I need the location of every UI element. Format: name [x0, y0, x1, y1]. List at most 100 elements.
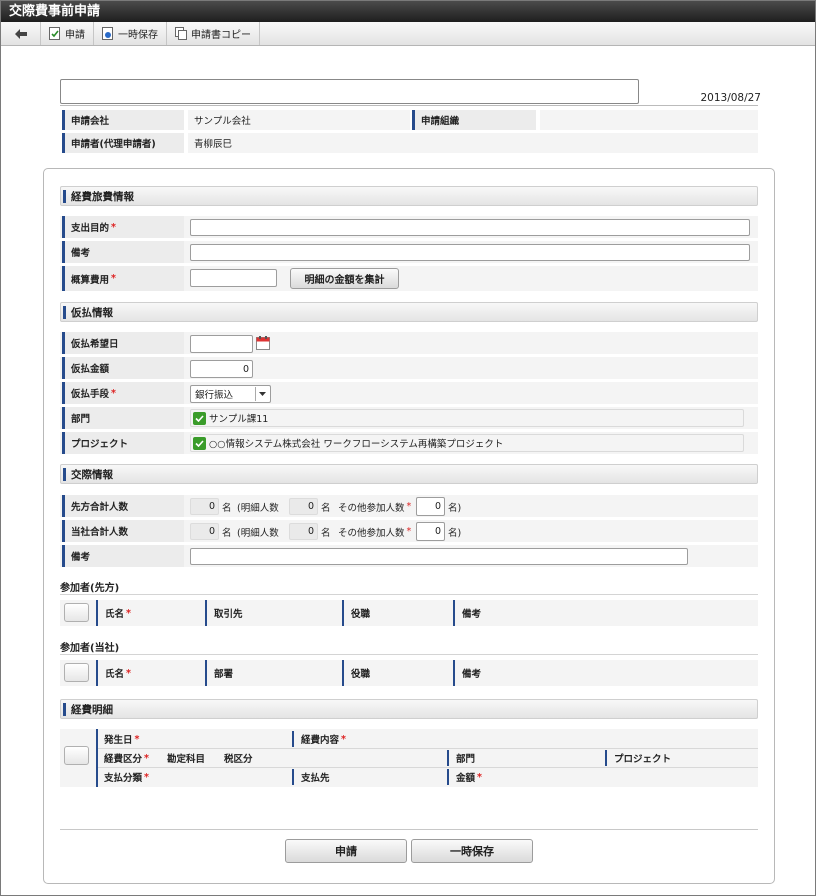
header-divider — [60, 105, 758, 106]
own-total-value: 0 — [190, 523, 219, 540]
advance-method-select[interactable]: 銀行振込 — [190, 385, 271, 403]
participants-own-col-note: 備考 — [453, 660, 553, 686]
partner-detail-prefix: (明細人数 — [237, 502, 279, 514]
own-detail-value: 0 — [289, 523, 318, 540]
participants-own-select-all[interactable] — [64, 663, 89, 682]
save-button[interactable]: 一時保存 — [411, 839, 533, 863]
expense-details-select-all[interactable] — [64, 746, 89, 765]
participants-partner-col-name: 氏名 * — [96, 600, 204, 626]
col-amount: 金額 * — [447, 769, 482, 785]
project-value: ○○情報システム株式会社 ワークフローシステム再構築プロジェクト — [209, 439, 504, 450]
copy-toolbar-button[interactable]: 申請書コピー — [167, 22, 260, 45]
participants-partner-col-note: 備考 — [453, 600, 553, 626]
applicant-value: 青柳辰巳 — [188, 133, 758, 153]
details-row-divider-2 — [98, 767, 758, 768]
org-label: 申請組織 — [412, 110, 536, 130]
participants-partner-divider — [60, 594, 758, 595]
partner-unit-1: 名 — [222, 502, 232, 514]
dept-value: サンプル課11 — [209, 414, 269, 425]
arrow-left-icon — [14, 28, 27, 39]
own-close: 名) — [448, 527, 462, 539]
own-total-label: 当社合計人数 — [62, 520, 184, 542]
calendar-icon[interactable] — [256, 336, 270, 350]
partner-unit-2: 名 — [321, 502, 331, 514]
entertainment-note-input[interactable] — [190, 548, 688, 565]
col-occur-date: 発生日 * — [104, 733, 140, 747]
expense-details-header-bar — [96, 729, 98, 787]
aggregate-button[interactable]: 明細の金額を集計 — [290, 268, 399, 289]
own-unit-2: 名 — [321, 527, 331, 539]
details-row-divider-1 — [98, 748, 758, 749]
partner-close: 名) — [448, 502, 462, 514]
participants-partner-title: 参加者(先方) — [60, 583, 120, 594]
toolbar: 申請 一時保存 申請書コピー — [1, 22, 815, 46]
advance-date-input[interactable] — [190, 335, 253, 353]
advance-amount-input[interactable]: 0 — [190, 360, 253, 378]
partner-other-input[interactable]: 0 — [416, 497, 445, 516]
expense-note-label: 備考 — [62, 241, 184, 263]
participants-own-title: 参加者(当社) — [60, 643, 120, 654]
expense-info-header: 経費旅費情報 — [60, 186, 758, 206]
col-account: 勘定科目 — [167, 754, 206, 765]
participants-own-divider — [60, 654, 758, 655]
back-button[interactable] — [1, 22, 41, 45]
col-payment-type: 支払分類 * — [104, 771, 149, 785]
own-other-label: その他参加人数 * — [338, 526, 412, 539]
col-project: プロジェクト — [605, 750, 671, 766]
project-field[interactable]: ○○情報システム株式会社 ワークフローシステム再構築プロジェクト — [190, 434, 744, 452]
save-toolbar-label: 一時保存 — [118, 30, 158, 41]
entertainment-info-header: 交際情報 — [60, 464, 758, 484]
col-payee: 支払先 — [292, 769, 330, 785]
purpose-input[interactable] — [190, 219, 750, 236]
check-icon — [193, 436, 206, 450]
dept-label: 部門 — [62, 407, 184, 429]
partner-total-value: 0 — [190, 498, 219, 515]
company-value: サンプル会社 — [188, 110, 410, 130]
subject-input[interactable] — [60, 79, 639, 104]
own-detail-prefix: (明細人数 — [237, 527, 279, 539]
participants-own-col-name: 氏名 * — [96, 660, 204, 686]
partner-detail-value: 0 — [289, 498, 318, 515]
participants-partner-col-client: 取引先 — [205, 600, 341, 626]
advance-method-label: 仮払手段 * — [62, 382, 184, 404]
col-tax: 税区分 — [224, 754, 253, 765]
org-value — [540, 110, 758, 130]
advance-date-label: 仮払希望日 — [62, 332, 184, 354]
copy-icon — [175, 27, 187, 40]
document-save-icon — [102, 27, 113, 40]
partner-other-label: その他参加人数 * — [338, 501, 412, 514]
entertainment-note-label: 備考 — [62, 545, 184, 567]
participants-own-col-position: 役職 — [342, 660, 452, 686]
chevron-down-icon — [255, 387, 269, 401]
project-label: プロジェクト — [62, 432, 184, 454]
applicant-label: 申請者(代理申請者) — [62, 133, 184, 153]
dept-field[interactable]: サンプル課11 — [190, 409, 744, 427]
check-icon — [193, 411, 206, 425]
own-other-input[interactable]: 0 — [416, 522, 445, 541]
estimate-label: 概算費用 * — [62, 266, 184, 291]
participants-own-col-dept: 部署 — [205, 660, 341, 686]
application-window: 交際費事前申請 申請 一時保存 申請書コピー 2013/08/27 申請会社 サ… — [0, 0, 816, 896]
participants-partner-select-all[interactable] — [64, 603, 89, 622]
copy-toolbar-label: 申請書コピー — [191, 30, 251, 41]
col-dept: 部門 — [447, 750, 475, 766]
expense-note-input[interactable] — [190, 244, 750, 261]
application-date: 2013/08/27 — [700, 92, 761, 104]
save-toolbar-button[interactable]: 一時保存 — [94, 22, 167, 45]
col-content: 経費内容 * — [292, 731, 346, 747]
partner-total-label: 先方合計人数 — [62, 495, 184, 517]
advance-info-header: 仮払情報 — [60, 302, 758, 322]
expense-details-header: 経費明細 — [60, 699, 758, 719]
company-label: 申請会社 — [62, 110, 184, 130]
col-category: 経費区分 * — [104, 752, 149, 766]
own-unit-1: 名 — [222, 527, 232, 539]
footer-divider — [60, 829, 758, 830]
document-apply-icon — [49, 27, 60, 40]
estimate-input[interactable] — [190, 269, 277, 287]
apply-toolbar-button[interactable]: 申請 — [41, 22, 94, 45]
participants-partner-col-position: 役職 — [342, 600, 452, 626]
advance-amount-label: 仮払金額 — [62, 357, 184, 379]
purpose-label: 支出目的 * — [62, 216, 184, 238]
window-title: 交際費事前申請 — [1, 1, 815, 22]
apply-button[interactable]: 申請 — [285, 839, 407, 863]
